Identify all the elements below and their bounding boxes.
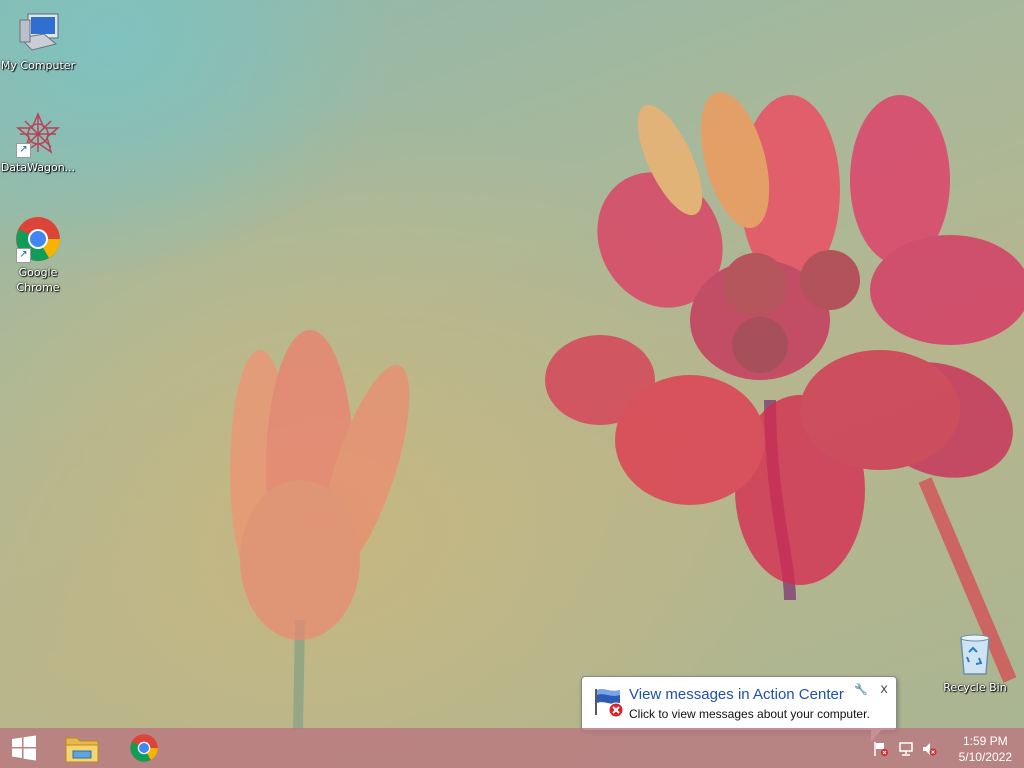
shortcut-arrow-icon: ↗	[16, 143, 31, 158]
clock-time: 1:59 PM	[962, 734, 1008, 748]
taskbar: 1:59 PM 5/10/2022	[0, 728, 1024, 768]
action-center-notification[interactable]: View messages in Action Center Click to …	[581, 676, 897, 731]
action-center-flag-icon	[595, 689, 624, 718]
network-icon[interactable]	[898, 741, 914, 757]
desktop-wallpaper	[0, 0, 1024, 768]
volume-muted-icon[interactable]	[921, 741, 937, 757]
taskbar-clock[interactable]: 1:59 PM 5/10/2022	[959, 733, 1012, 765]
clock-date: 5/10/2022	[958, 750, 1012, 764]
chrome-icon: ↗	[14, 215, 62, 263]
desktop-icon-label: DataWagon...	[0, 161, 76, 174]
desktop-icon-recycle-bin[interactable]: Recycle Bin	[937, 630, 1013, 695]
shortcut-arrow-icon: ↗	[16, 248, 31, 263]
windows-logo-icon	[12, 735, 36, 761]
desktop-icon-label: My Computer	[0, 59, 76, 72]
chrome-icon	[130, 734, 158, 762]
start-button[interactable]	[0, 728, 48, 768]
datawagon-icon: ↗	[14, 110, 62, 158]
desktop-icon-label: Recycle Bin	[943, 681, 1007, 694]
desktop-icon-datawagon[interactable]: ↗ DataWagon...	[0, 110, 76, 175]
close-icon[interactable]: x	[880, 682, 888, 697]
wrench-icon[interactable]: 🔧	[854, 683, 868, 696]
notification-message: Click to view messages about your comput…	[629, 707, 870, 721]
chrome-taskbar-button[interactable]	[116, 728, 172, 768]
file-explorer-button[interactable]	[54, 728, 110, 768]
computer-icon	[14, 8, 62, 56]
folder-icon	[65, 737, 99, 763]
notification-title: View messages in Action Center	[629, 686, 844, 703]
desktop-icon-google-chrome[interactable]: ↗ Google Chrome	[0, 215, 76, 295]
desktop-icon-label: Google Chrome	[16, 266, 60, 294]
action-center-flag-icon[interactable]	[873, 741, 889, 757]
desktop-icon-my-computer[interactable]: My Computer	[0, 8, 76, 73]
recycle-bin-icon	[951, 630, 999, 678]
